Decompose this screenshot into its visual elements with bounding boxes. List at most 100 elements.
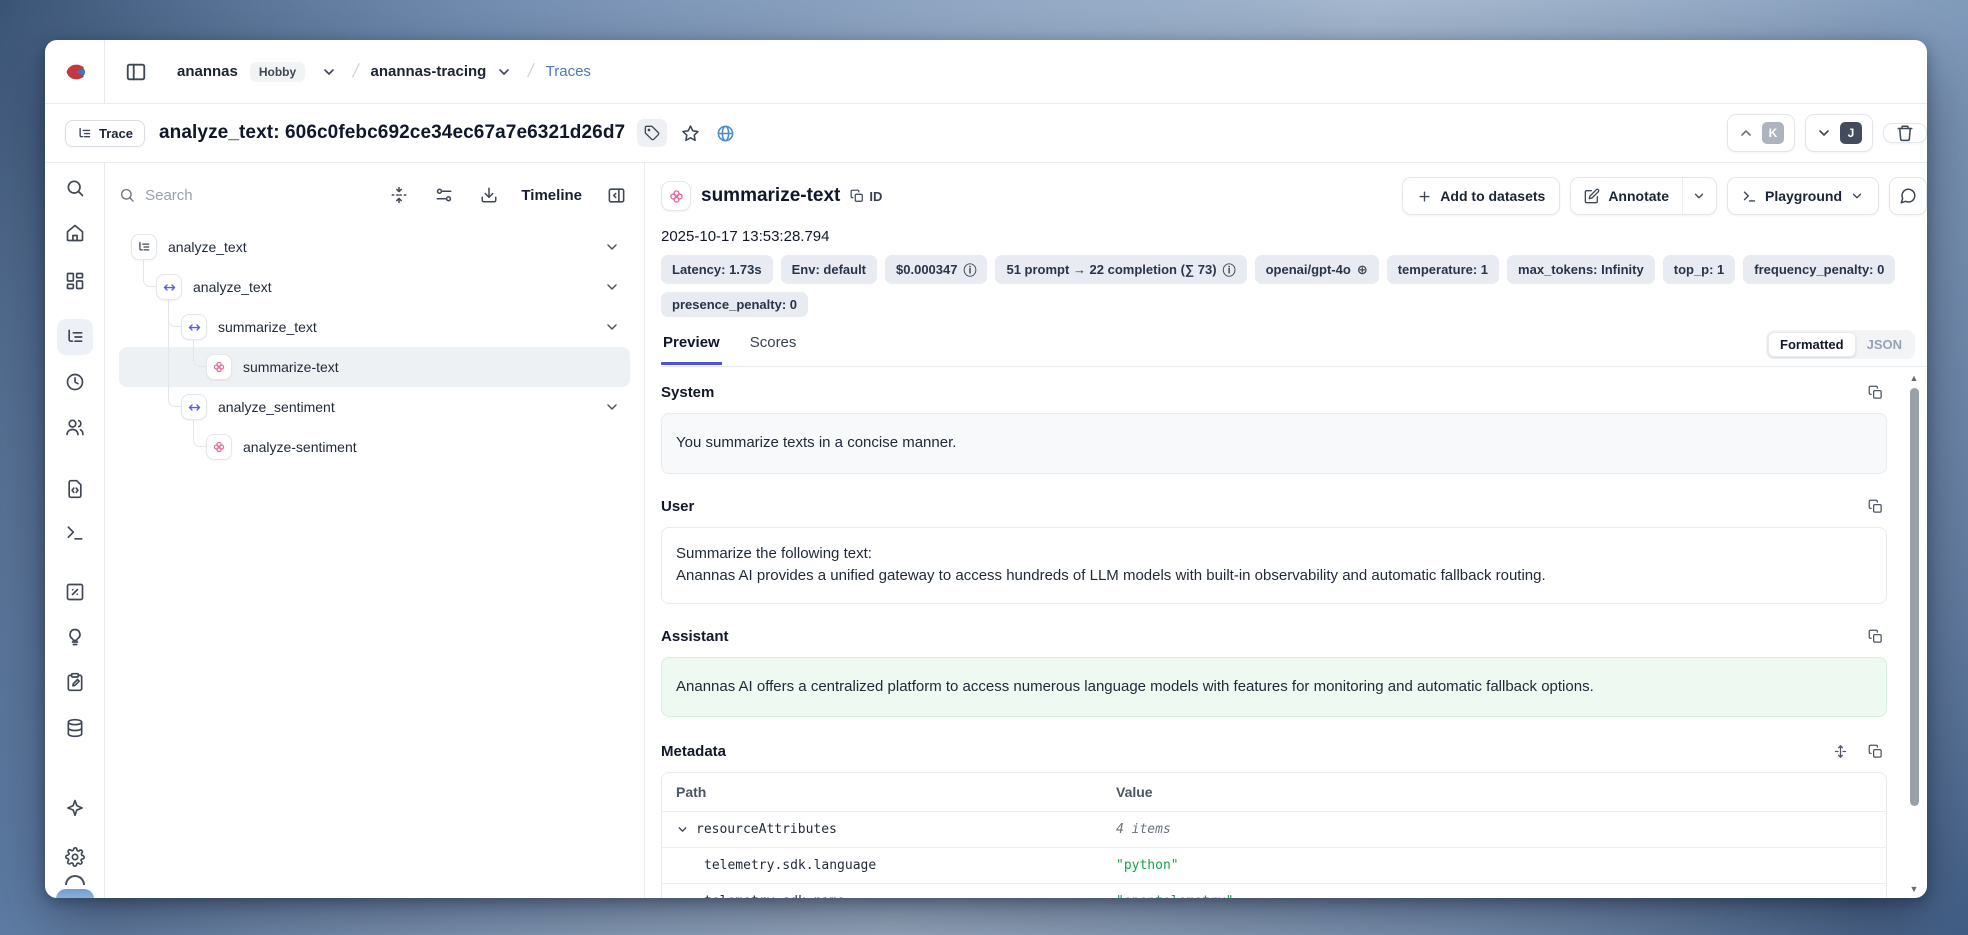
metadata-col-value: Value bbox=[1116, 784, 1153, 800]
tab-preview[interactable]: Preview bbox=[661, 334, 722, 365]
plus-circle-icon[interactable]: ⊕ bbox=[1357, 262, 1368, 278]
tag-icon bbox=[644, 125, 660, 141]
project-switcher-chevron-icon[interactable] bbox=[492, 60, 516, 84]
copy-assistant-icon[interactable] bbox=[1864, 625, 1887, 648]
badge-label: 51 prompt → 22 completion (∑ 73) bbox=[1006, 262, 1216, 277]
copy-metadata-icon[interactable] bbox=[1864, 740, 1887, 763]
tree-settings-icon[interactable] bbox=[431, 182, 457, 208]
add-to-datasets-button[interactable]: Add to datasets bbox=[1402, 177, 1560, 215]
public-share-button[interactable] bbox=[712, 120, 739, 147]
annotation-queues-nav-icon[interactable] bbox=[57, 664, 93, 700]
playground-chevron-icon bbox=[1850, 189, 1864, 203]
breadcrumb-separator: / bbox=[526, 61, 536, 83]
tree-node-label: analyze_text bbox=[168, 239, 247, 255]
search-icon bbox=[119, 186, 135, 204]
vertical-scrollbar[interactable]: ▲ ▼ bbox=[1907, 373, 1921, 894]
trace-icon bbox=[131, 234, 157, 260]
badge-label: $0.000347 bbox=[896, 262, 957, 277]
tree-connector-line bbox=[193, 420, 206, 447]
breadcrumb-project[interactable]: anannas-tracing bbox=[370, 63, 486, 80]
tree-node-analyze-sentiment[interactable]: analyze-sentiment bbox=[119, 427, 630, 467]
copy-user-icon[interactable] bbox=[1864, 495, 1887, 518]
badge-label: temperature: 1 bbox=[1398, 262, 1488, 277]
collapse-all-icon[interactable] bbox=[386, 182, 412, 208]
annotate-button[interactable]: Annotate bbox=[1571, 178, 1682, 214]
playground-button[interactable]: Playground bbox=[1727, 177, 1879, 215]
sessions-nav-icon[interactable] bbox=[57, 364, 93, 400]
star-icon bbox=[681, 124, 700, 143]
io-scroll-area: System You summarize texts in a concise … bbox=[661, 367, 1927, 898]
insights-nav-icon[interactable] bbox=[57, 619, 93, 655]
app-logo-icon[interactable] bbox=[63, 62, 87, 82]
datasets-nav-icon[interactable] bbox=[57, 710, 93, 746]
badge-label: frequency_penalty: 0 bbox=[1754, 262, 1884, 277]
breadcrumb-traces-link[interactable]: Traces bbox=[546, 63, 591, 80]
next-trace-button[interactable]: J bbox=[1805, 114, 1873, 152]
format-toggle: Formatted JSON bbox=[1766, 330, 1915, 359]
tree-node-label: summarize_text bbox=[218, 319, 317, 335]
prev-trace-button[interactable]: K bbox=[1727, 114, 1795, 152]
org-switcher-chevron-icon[interactable] bbox=[317, 60, 341, 84]
left-icon-rail bbox=[45, 163, 105, 898]
annotate-dropdown-chevron-icon[interactable] bbox=[1682, 178, 1716, 214]
download-icon[interactable] bbox=[476, 182, 502, 208]
comments-button[interactable] bbox=[1889, 177, 1927, 215]
metadata-path: resourceAttributes bbox=[696, 822, 837, 837]
tree-search-input[interactable] bbox=[145, 187, 367, 204]
expand-chevron-icon[interactable] bbox=[604, 319, 620, 335]
globe-icon bbox=[716, 124, 735, 143]
info-icon[interactable]: ⓘ bbox=[963, 260, 976, 279]
tab-scores[interactable]: Scores bbox=[748, 334, 799, 365]
prompts-nav-icon[interactable] bbox=[57, 471, 93, 507]
chevron-down-icon bbox=[1816, 125, 1832, 141]
list-tree-icon bbox=[77, 126, 92, 141]
timeline-toggle[interactable]: Timeline bbox=[521, 187, 582, 204]
scrollbar-thumb[interactable] bbox=[1910, 388, 1919, 806]
user-avatar[interactable] bbox=[56, 889, 94, 898]
copy-id-button[interactable]: ID bbox=[850, 189, 882, 204]
badge-pill: Env: default bbox=[781, 255, 877, 284]
expand-chevron-icon[interactable] bbox=[604, 399, 620, 415]
expand-chevron-icon[interactable] bbox=[604, 239, 620, 255]
evaluation-nav-icon[interactable] bbox=[57, 574, 93, 610]
tracing-nav-icon[interactable] bbox=[57, 319, 93, 355]
format-json-option[interactable]: JSON bbox=[1856, 333, 1913, 356]
span-icon bbox=[156, 274, 182, 300]
tree-node-analyze_text[interactable]: analyze_text bbox=[119, 267, 630, 307]
plan-badge: Hobby bbox=[250, 62, 305, 82]
expand-chevron-icon[interactable] bbox=[604, 279, 620, 295]
playground-nav-icon[interactable] bbox=[57, 515, 93, 551]
bookmark-star-button[interactable] bbox=[677, 120, 704, 147]
info-icon[interactable]: ⓘ bbox=[1223, 260, 1236, 279]
metadata-row: telemetry.sdk.name"opentelemetry" bbox=[662, 884, 1886, 898]
tag-button[interactable] bbox=[637, 119, 667, 147]
assistant-heading: Assistant bbox=[661, 628, 729, 645]
user-circle-partial-icon bbox=[65, 875, 85, 885]
settings-gear-icon[interactable] bbox=[57, 839, 93, 875]
format-formatted-option[interactable]: Formatted bbox=[1768, 332, 1856, 357]
expand-metadata-icon[interactable] bbox=[1829, 740, 1852, 763]
collapse-panel-icon[interactable] bbox=[603, 182, 630, 209]
observation-detail-panel: summarize-text ID Add to datasets bbox=[645, 163, 1927, 898]
copy-system-icon[interactable] bbox=[1864, 381, 1887, 404]
dashboard-nav-icon[interactable] bbox=[57, 263, 93, 299]
search-nav-icon[interactable] bbox=[57, 170, 93, 206]
sidebar-toggle-icon[interactable] bbox=[121, 57, 151, 87]
tree-node-summarize-text[interactable]: summarize-text bbox=[119, 347, 630, 387]
tree-node-label: summarize-text bbox=[243, 359, 339, 375]
tree-node-analyze_text[interactable]: analyze_text bbox=[119, 227, 630, 267]
users-nav-icon[interactable] bbox=[57, 409, 93, 445]
collapse-group-chevron-icon[interactable] bbox=[676, 823, 689, 836]
trace-chip-label: Trace bbox=[99, 126, 133, 141]
home-nav-icon[interactable] bbox=[57, 215, 93, 251]
scrollbar-down-arrow[interactable]: ▼ bbox=[1910, 884, 1919, 894]
badge-label: presence_penalty: 0 bbox=[672, 297, 797, 312]
generation-icon bbox=[206, 354, 232, 380]
observation-badges: Latency: 1.73sEnv: default$0.000347ⓘ51 p… bbox=[661, 255, 1927, 317]
delete-trace-button[interactable] bbox=[1883, 123, 1927, 143]
breadcrumb-org[interactable]: anannas bbox=[177, 63, 238, 80]
scrollbar-up-arrow[interactable]: ▲ bbox=[1910, 373, 1919, 383]
annotate-label: Annotate bbox=[1608, 188, 1669, 204]
body-row: Timeline analyze_textanalyze_textsummari… bbox=[45, 163, 1927, 898]
upgrade-sparkle-icon[interactable] bbox=[57, 790, 93, 826]
